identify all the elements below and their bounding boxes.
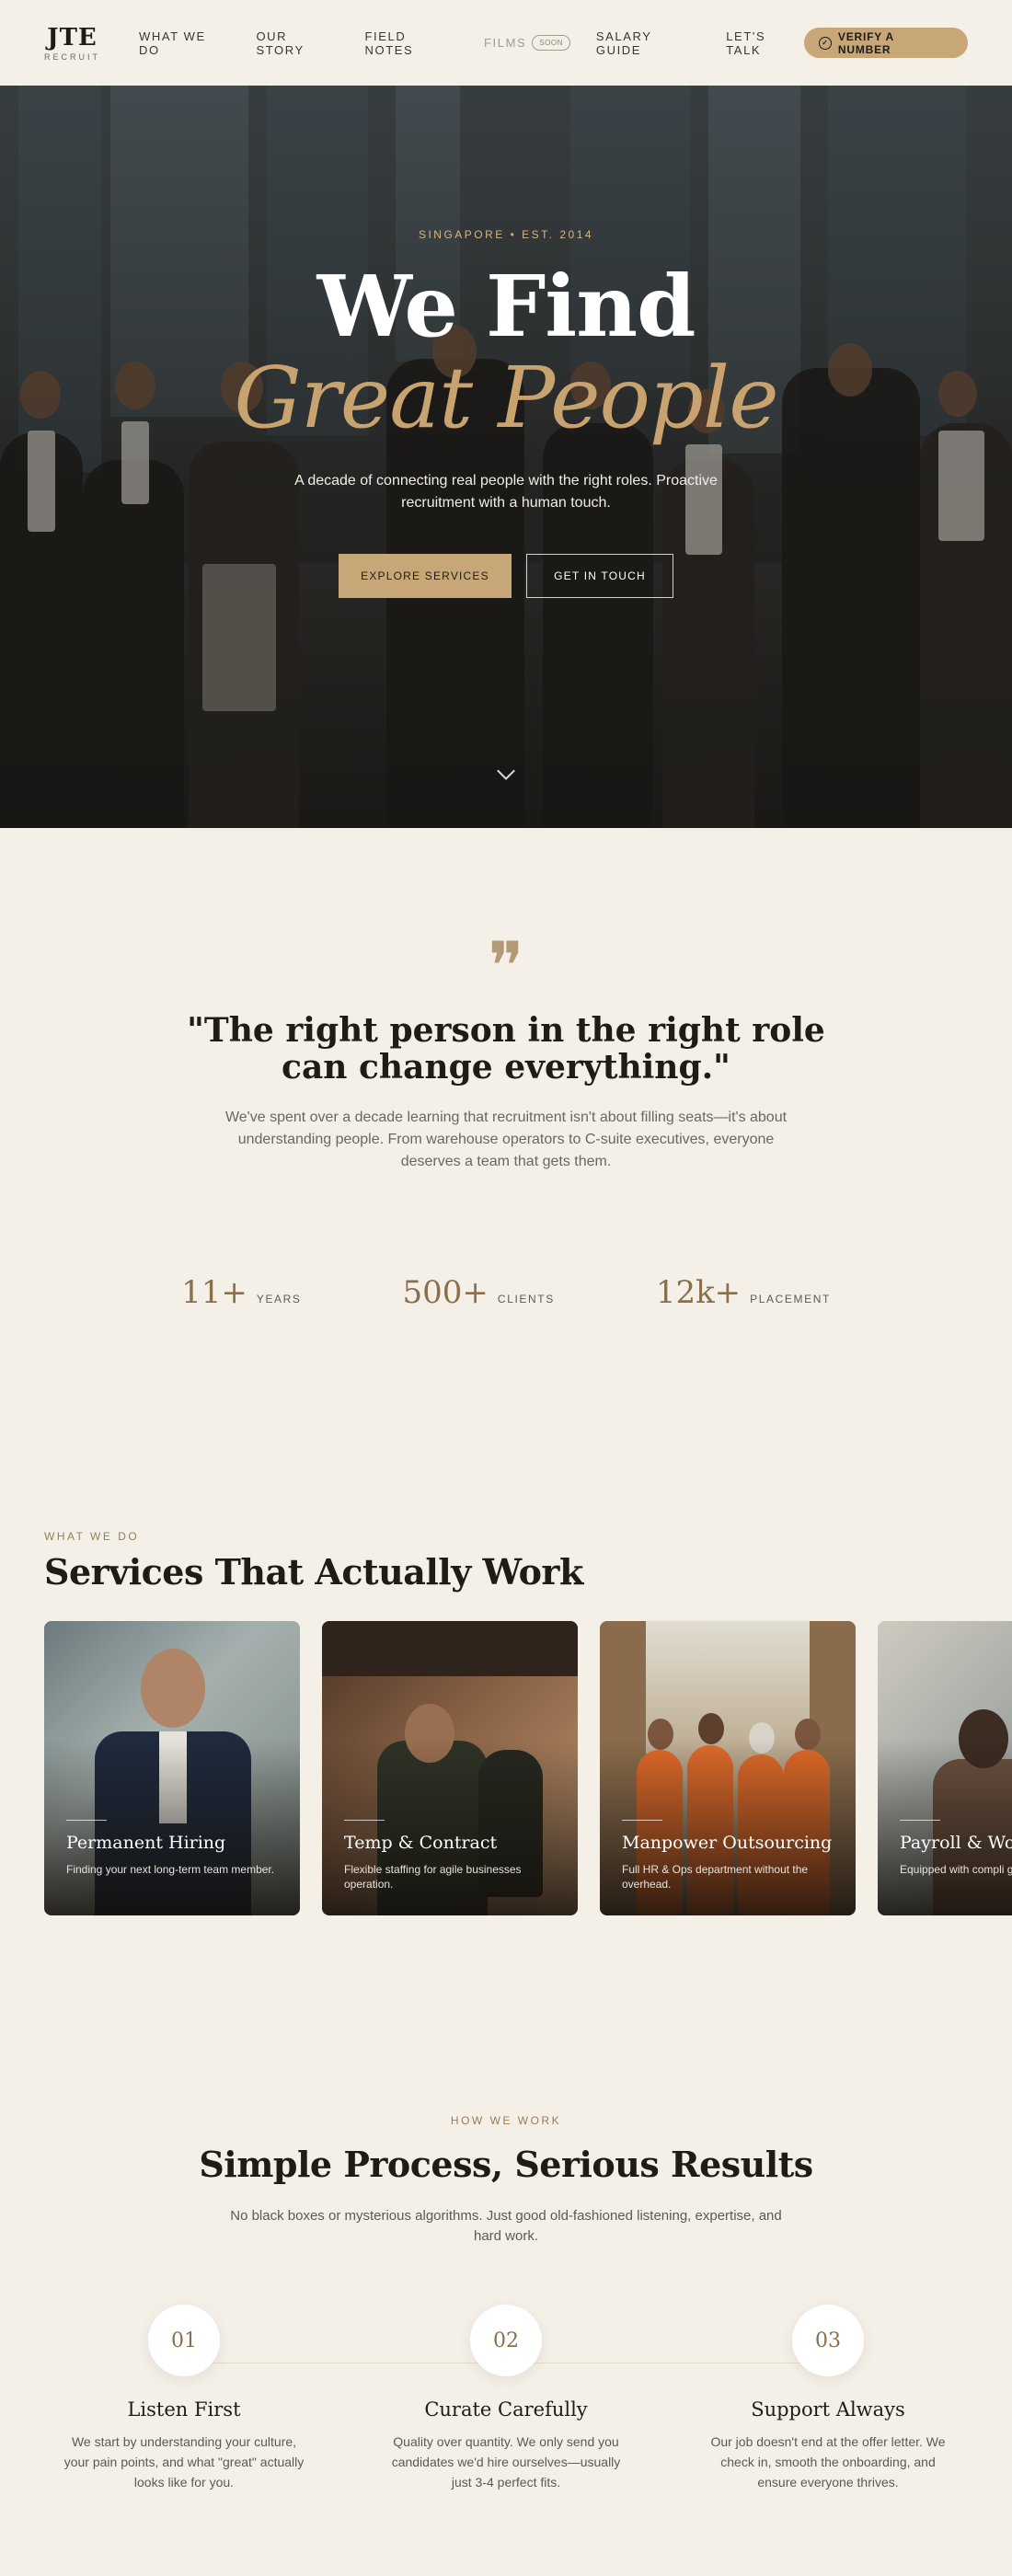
stat-value: 12k+: [655, 1274, 742, 1311]
services-carousel[interactable]: Permanent Hiring Finding your next long-…: [44, 1621, 1012, 1917]
stat-label: PLACEMENT: [750, 1293, 831, 1305]
nav-link-films-label: FILMS: [484, 36, 527, 50]
get-in-touch-button[interactable]: GET IN TOUCH: [526, 554, 673, 598]
service-card-temp-contract[interactable]: Temp & Contract Flexible staffing for ag…: [322, 1621, 578, 1915]
stat-placement: 12k+ PLACEMENT: [656, 1274, 831, 1311]
service-card-permanent-hiring[interactable]: Permanent Hiring Finding your next long-…: [44, 1621, 300, 1915]
quote-text: "The right person in the right role can …: [187, 1011, 825, 1087]
step-title: Listen First: [127, 2398, 241, 2421]
hero-subtitle: A decade of connecting real people with …: [294, 473, 718, 511]
process-step-curate: 02 Curate Carefully Quality over quantit…: [373, 2305, 639, 2492]
service-card-title: Payroll & Work: [900, 1833, 1012, 1853]
card-divider: [66, 1820, 107, 1821]
hero-section: SINGAPORE • EST. 2014 We Find Great Peop…: [0, 86, 1012, 828]
step-number: 03: [792, 2305, 864, 2376]
stat-value: 500+: [402, 1274, 489, 1311]
logo-wordmark: JTE: [47, 23, 98, 52]
card-divider: [344, 1820, 385, 1821]
hero-title-line1: We Find: [316, 257, 696, 356]
services-title: Services That Actually Work: [44, 1551, 583, 1593]
stat-label: CLIENTS: [497, 1293, 555, 1305]
hero-buttons: EXPLORE SERVICES GET IN TOUCH: [0, 554, 1012, 598]
stat-label: YEARS: [256, 1293, 302, 1305]
step-title: Curate Carefully: [424, 2398, 588, 2421]
verify-number-button[interactable]: ✓ VERIFY A NUMBER: [804, 28, 968, 58]
top-navigation: JTE RECRUIT WHAT WE DO OUR STORY FIELD N…: [0, 0, 1012, 86]
service-card-title: Manpower Outsourcing: [622, 1833, 833, 1853]
logo-tagline: RECRUIT: [44, 52, 100, 62]
stat-clients: 500+ CLIENTS: [403, 1274, 555, 1311]
step-desc: We start by understanding your culture, …: [63, 2434, 305, 2490]
services-eyebrow: WHAT WE DO: [44, 1530, 140, 1543]
stats-row: 11+ YEARS 500+ CLIENTS 12k+ PLACEMENT: [0, 1274, 1012, 1311]
step-desc: Quality over quantity. We only send you …: [391, 2434, 621, 2490]
step-desc: Our job doesn't end at the offer letter.…: [710, 2434, 946, 2490]
hero-eyebrow: SINGAPORE • EST. 2014: [418, 228, 594, 241]
step-number: 02: [470, 2305, 542, 2376]
service-card-title: Permanent Hiring: [66, 1833, 226, 1853]
hero-title-line2: Great People: [234, 349, 778, 447]
process-subtitle: No black boxes or mysterious algorithms.…: [230, 2208, 782, 2244]
service-card-desc: Full HR & Ops department without the ove…: [622, 1863, 809, 1891]
verify-number-label: VERIFY A NUMBER: [837, 29, 894, 56]
service-card-manpower-outsourcing[interactable]: Manpower Outsourcing Full HR & Ops depar…: [600, 1621, 856, 1915]
nav-link-our-story[interactable]: OUR STORY: [256, 29, 339, 57]
nav-link-what-we-do[interactable]: WHAT WE DO: [139, 29, 230, 57]
nav-link-field-notes[interactable]: FIELD NOTES: [365, 29, 459, 57]
service-card-payroll[interactable]: Payroll & Work Equipped with compli guar…: [878, 1621, 1012, 1915]
quote-body: We've spent over a decade learning that …: [224, 1110, 788, 1169]
step-title: Support Always: [751, 2398, 905, 2421]
nav-link-films[interactable]: FILMS SOON: [484, 35, 570, 51]
process-eyebrow: HOW WE WORK: [450, 2114, 562, 2127]
process-title: Simple Process, Serious Results: [199, 2144, 813, 2185]
service-card-title: Temp & Contract: [344, 1833, 498, 1853]
nav-link-lets-talk[interactable]: LET'S TALK: [726, 29, 804, 57]
service-card-desc: Finding your next long-term team member.: [66, 1863, 275, 1876]
service-card-desc: Flexible staffing for agile businesses o…: [344, 1863, 522, 1891]
card-divider: [900, 1820, 940, 1821]
quote-mark-icon: ❞: [488, 927, 524, 1005]
logo[interactable]: JTE RECRUIT: [44, 25, 100, 62]
stat-years: 11+ YEARS: [181, 1274, 301, 1311]
nav-links: WHAT WE DO OUR STORY FIELD NOTES FILMS S…: [139, 29, 804, 57]
service-card-desc: Equipped with compli guaranteed.: [900, 1863, 1012, 1876]
check-circle-icon: ✓: [819, 36, 832, 50]
step-number: 01: [148, 2305, 220, 2376]
nav-link-salary-guide[interactable]: SALARY GUIDE: [596, 29, 700, 57]
card-divider: [622, 1820, 662, 1821]
explore-services-button[interactable]: EXPLORE SERVICES: [339, 554, 512, 598]
soon-badge: SOON: [532, 35, 570, 51]
stat-value: 11+: [181, 1274, 247, 1311]
process-step-listen: 01 Listen First We start by understandin…: [51, 2305, 317, 2492]
process-step-support: 03 Support Always Our job doesn't end at…: [695, 2305, 961, 2492]
